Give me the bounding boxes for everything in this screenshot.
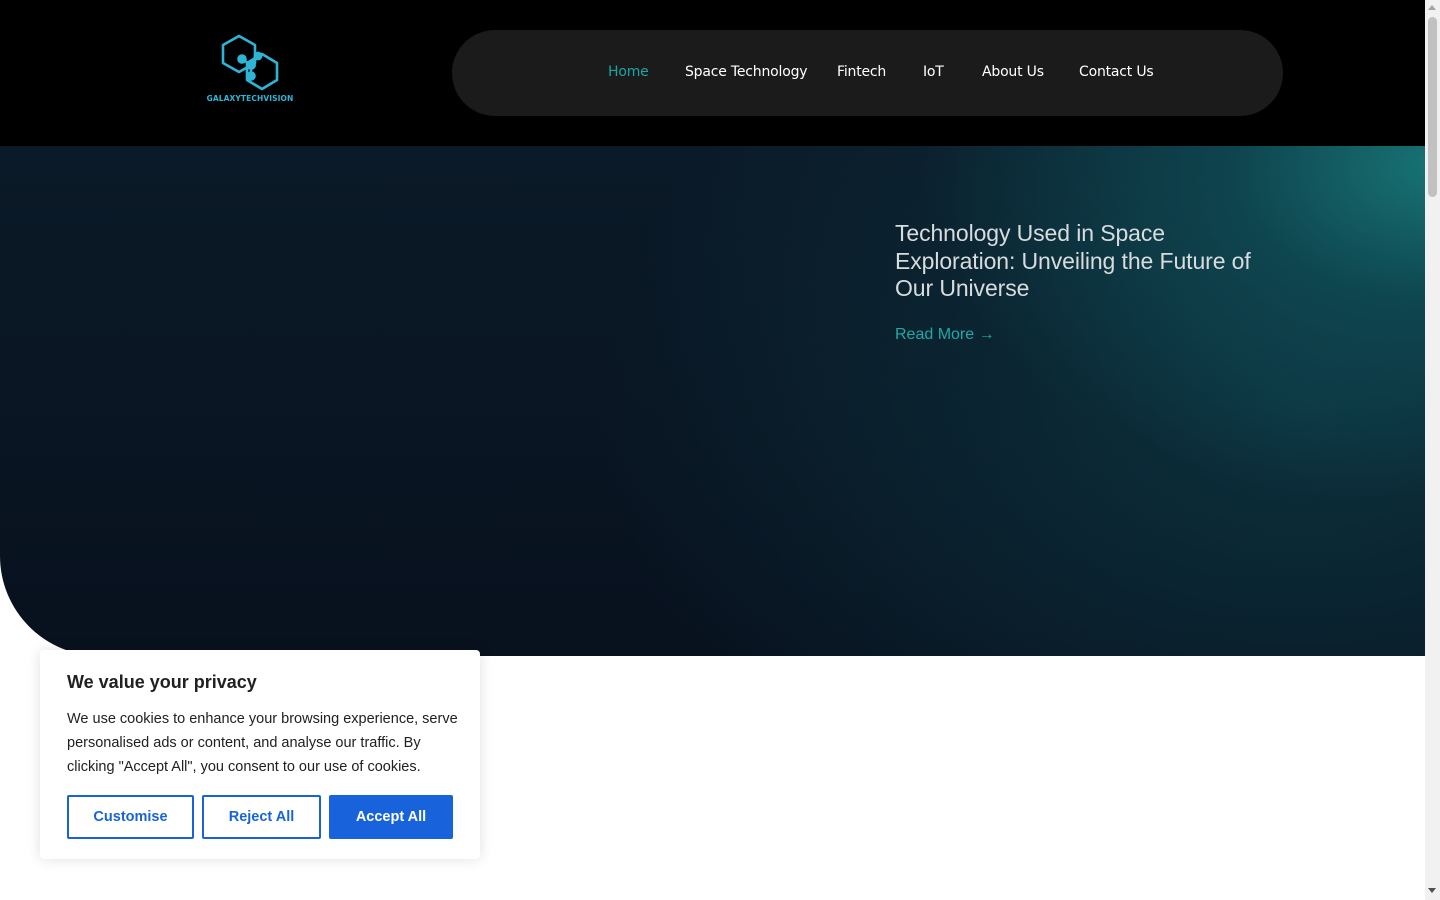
site-logo[interactable]: GALAXYTECHVISION bbox=[204, 32, 296, 108]
featured-article-title[interactable]: Technology Used in Space Exploration: Un… bbox=[895, 220, 1275, 303]
reject-all-button[interactable]: Reject All bbox=[202, 795, 321, 839]
nav-item-about-us[interactable]: About Us bbox=[982, 61, 1044, 83]
logo-text: GALAXYTECHVISION bbox=[206, 94, 294, 103]
cookie-banner-title: We value your privacy bbox=[67, 672, 257, 692]
featured-article: Technology Used in Space Exploration: Un… bbox=[895, 220, 1275, 344]
page-scrollbar[interactable] bbox=[1425, 0, 1440, 900]
cookie-banner-text: We use cookies to enhance your browsing … bbox=[67, 711, 458, 775]
page: GALAXYTECHVISION Home Space Technology F… bbox=[0, 0, 1425, 900]
customise-button[interactable]: Customise bbox=[67, 795, 194, 839]
accept-all-button[interactable]: Accept All bbox=[329, 795, 453, 839]
main-navigation: Home Space Technology Fintech IoT About … bbox=[452, 30, 1283, 116]
nav-item-space-technology[interactable]: Space Technology bbox=[685, 61, 808, 83]
hero-section: Technology Used in Space Exploration: Un… bbox=[0, 146, 1425, 656]
scroll-down-arrow-icon[interactable] bbox=[1428, 888, 1436, 893]
nav-item-iot[interactable]: IoT bbox=[923, 61, 944, 83]
nav-item-contact-us[interactable]: Contact Us bbox=[1079, 61, 1154, 83]
cookie-consent-banner: We value your privacy We use cookies to … bbox=[40, 650, 480, 859]
nav-item-fintech[interactable]: Fintech bbox=[837, 61, 886, 83]
hexagon-molecule-logo-icon bbox=[221, 34, 279, 91]
nav-item-home[interactable]: Home bbox=[608, 61, 649, 83]
site-header: GALAXYTECHVISION Home Space Technology F… bbox=[0, 0, 1425, 146]
scrollbar-thumb[interactable] bbox=[1428, 17, 1437, 197]
scroll-up-arrow-icon[interactable] bbox=[1428, 5, 1436, 10]
read-more-link[interactable]: Read More → bbox=[895, 326, 995, 344]
nav-list: Home Space Technology Fintech IoT About … bbox=[452, 30, 1283, 116]
